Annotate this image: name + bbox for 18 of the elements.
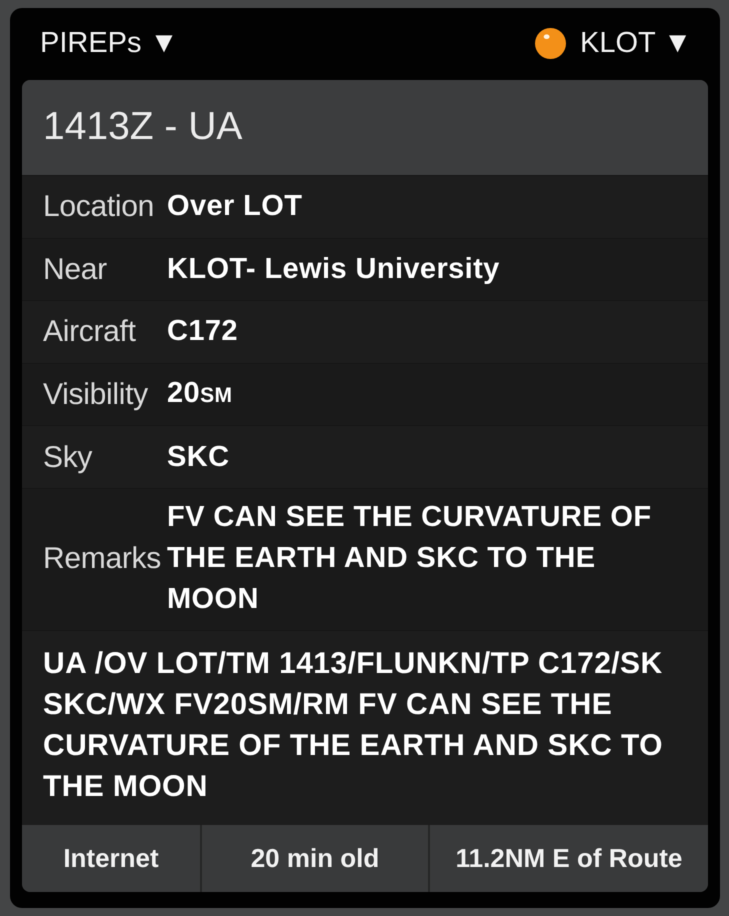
field-value: SKC xyxy=(167,440,230,475)
field-value: KLOT- Lewis University xyxy=(167,252,501,287)
field-value: FV CAN SEE THE CURVATURE OF THE EARTH AND SKC TO THE MOON xyxy=(167,500,652,617)
report-title: 1413Z - UA xyxy=(22,80,708,175)
field-value: C172 xyxy=(167,314,239,350)
field-label: Remarks xyxy=(43,540,162,577)
field-value: Over LOT xyxy=(167,189,304,224)
age-label: 20 min old xyxy=(200,825,428,892)
station-dropdown[interactable]: KLOT ▼ xyxy=(535,28,692,60)
field-label: Location xyxy=(43,189,156,226)
distance-label: 11.2NM E of Route xyxy=(428,825,708,892)
field-label: Aircraft xyxy=(43,314,137,350)
field-label: Visibility xyxy=(43,377,149,414)
field-label: Sky xyxy=(43,440,94,476)
field-value: 20SM xyxy=(167,376,234,412)
field-label: Near xyxy=(43,252,108,288)
source-label: Internet xyxy=(62,842,160,875)
pireps-dropdown[interactable]: PIREPs ▼ xyxy=(40,28,178,60)
